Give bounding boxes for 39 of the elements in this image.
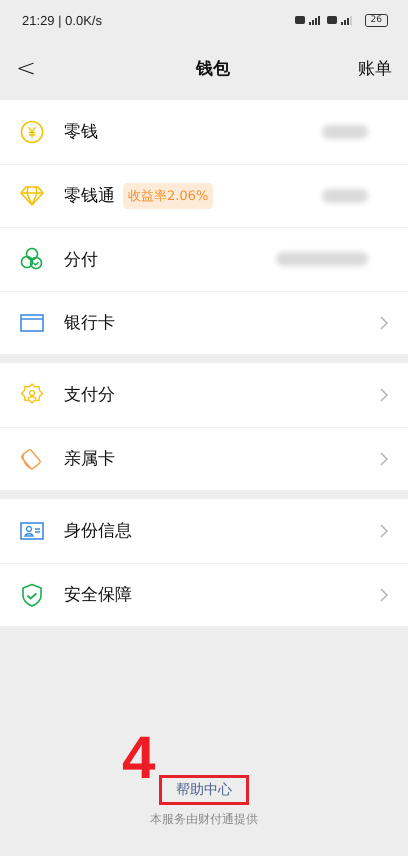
menu-item[interactable]: 零钱 bbox=[0, 100, 408, 164]
id-card-icon bbox=[20, 520, 44, 541]
menu-item-label: 银行卡 bbox=[64, 312, 115, 334]
bill-button[interactable]: 账单 bbox=[358, 56, 392, 80]
menu-item[interactable]: 支付分 bbox=[0, 363, 408, 426]
status-time: 21:29 | 0.0K/s bbox=[22, 12, 102, 28]
chevron-right-icon bbox=[380, 588, 388, 602]
blurred-amount bbox=[322, 124, 368, 139]
back-button[interactable]: < bbox=[12, 54, 40, 82]
shield-check-icon bbox=[21, 582, 43, 607]
tilted-card-icon bbox=[20, 446, 44, 471]
menu-item-label: 零钱通 bbox=[64, 185, 115, 208]
help-center-link[interactable]: 帮助中心 bbox=[159, 775, 249, 805]
menu-item-label: 亲属卡 bbox=[64, 448, 115, 470]
menu-item-label: 安全保障 bbox=[64, 584, 132, 606]
diamond-icon bbox=[20, 184, 44, 207]
battery-level: 26 bbox=[364, 14, 388, 26]
page-title: 钱包 bbox=[196, 58, 230, 80]
chevron-right-icon bbox=[380, 452, 388, 466]
menu-item-label: 零钱 bbox=[64, 121, 98, 144]
menu-item[interactable]: 零钱通 收益率2.06% bbox=[0, 164, 408, 227]
chevron-right-icon bbox=[380, 388, 388, 402]
menu-item[interactable]: 身份信息 bbox=[0, 499, 408, 562]
provider-note: 本服务由财付通提供 bbox=[150, 811, 258, 828]
menu-item[interactable]: 银行卡 bbox=[0, 290, 408, 354]
chevron-right-icon bbox=[380, 524, 388, 538]
menu-item[interactable]: 亲属卡 bbox=[0, 426, 408, 490]
blurred-amount bbox=[322, 188, 368, 203]
circles-check-icon bbox=[20, 247, 44, 272]
annotation-number: 4 bbox=[122, 728, 156, 788]
menu-item[interactable]: 安全保障 bbox=[0, 562, 408, 626]
yen-coin-icon bbox=[20, 120, 44, 144]
yield-badge: 收益率2.06% bbox=[123, 182, 214, 209]
card-icon bbox=[20, 312, 44, 333]
menu-item-label: 分付 bbox=[64, 248, 98, 271]
menu-item[interactable]: 分付 bbox=[0, 227, 408, 290]
menu-item-label: 身份信息 bbox=[64, 520, 132, 542]
chevron-right-icon bbox=[380, 316, 388, 330]
menu-item-label: 支付分 bbox=[64, 384, 115, 406]
